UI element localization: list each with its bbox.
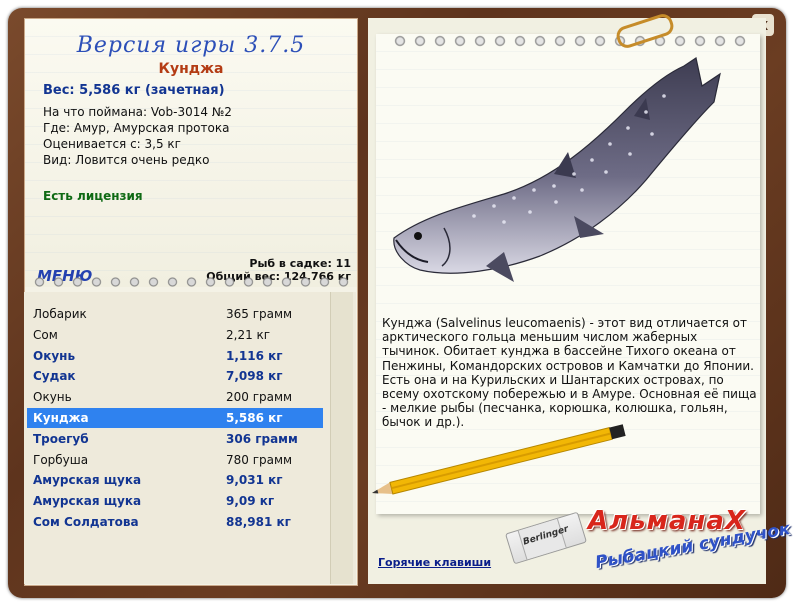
fish-location: Где: Амур, Амурская протока bbox=[43, 121, 230, 135]
catch-fish-name: Амурская щука bbox=[33, 473, 142, 488]
window: x Версия игры 3.7.5 Кунджа Вес: 5,586 кг… bbox=[0, 0, 800, 608]
catch-list-item[interactable]: Судак 7,098 кг bbox=[27, 366, 323, 386]
catch-fish-weight: 5,586 кг bbox=[226, 411, 283, 425]
catch-fish-weight: 306 грамм bbox=[226, 431, 298, 446]
catch-fish-name: Кунджа bbox=[33, 411, 89, 425]
catch-fish-name: Судак bbox=[33, 369, 76, 384]
catch-list-item[interactable]: Сом 2,21 кг bbox=[27, 325, 323, 345]
catch-list-item[interactable]: Лобарик 365 грамм bbox=[27, 304, 323, 324]
catch-list-item[interactable]: Амурская щука 9,031 кг bbox=[27, 470, 323, 490]
fish-description: Кунджа (Salvelinus leucomaenis) - этот в… bbox=[382, 316, 757, 430]
catch-fish-weight: 365 грамм bbox=[226, 307, 293, 321]
catch-fish-weight: 200 грамм bbox=[226, 390, 293, 405]
catch-fish-name: Сом Солдатова bbox=[33, 515, 139, 529]
catch-fish-name: Горбуша bbox=[33, 452, 89, 467]
fish-weight: Вес: 5,586 кг (зачетная) bbox=[43, 83, 225, 98]
notebook-rings-right bbox=[390, 34, 750, 48]
catch-fish-weight: 88,981 кг bbox=[226, 515, 291, 529]
catch-list-item[interactable]: Амурская щука 9,09 кг bbox=[27, 491, 323, 511]
catch-fish-name: Окунь bbox=[33, 348, 76, 363]
catch-fish-name: Лобарик bbox=[33, 307, 87, 321]
catch-fish-name: Окунь bbox=[33, 390, 72, 405]
game-version: Версия игры 3.7.5 bbox=[76, 33, 306, 58]
catch-fish-weight: 9,031 кг bbox=[226, 473, 283, 488]
catch-fish-weight: 780 грамм bbox=[226, 452, 293, 467]
catch-fish-weight: 2,21 кг bbox=[226, 327, 271, 342]
fish-illustration bbox=[393, 57, 721, 282]
catch-list-item[interactable]: Окунь 1,116 кг bbox=[27, 346, 323, 366]
catch-fish-weight: 9,09 кг bbox=[226, 494, 275, 509]
catch-list-scrollbar[interactable] bbox=[330, 292, 353, 584]
catch-list-item[interactable]: Троегуб 306 грамм bbox=[27, 429, 323, 449]
catch-fish-weight: 1,116 кг bbox=[226, 348, 283, 363]
catch-fish-name: Троегуб bbox=[33, 431, 89, 446]
fish-rarity: Вид: Ловится очень редко bbox=[43, 153, 210, 167]
catch-fish-weight: 7,098 кг bbox=[226, 369, 283, 384]
fish-valuation: Оценивается с: 3,5 кг bbox=[43, 137, 181, 151]
fish-bait: На что поймана: Vob-3014 №2 bbox=[43, 105, 232, 119]
catch-fish-name: Амурская щука bbox=[33, 494, 142, 509]
notebook-rings-left bbox=[30, 276, 350, 288]
catch-list-item[interactable]: Горбуша 780 грамм bbox=[27, 450, 323, 470]
catch-list-item[interactable]: Кунджа 5,586 кг bbox=[27, 408, 323, 428]
fish-info-card: Версия игры 3.7.5 Кунджа Вес: 5,586 кг (… bbox=[25, 19, 357, 287]
catch-list-item[interactable]: Сом Солдатова 88,981 кг bbox=[27, 512, 323, 532]
catch-fish-name: Сом bbox=[33, 327, 58, 342]
hotkeys-link[interactable]: Горячие клавиши bbox=[378, 556, 491, 569]
catch-list[interactable]: Лобарик 365 грамм Сом 2,21 кг Окунь 1,116 кг С… bbox=[24, 292, 356, 584]
catch-list-item[interactable]: Окунь 200 грамм bbox=[27, 387, 323, 407]
license-status: Есть лицензия bbox=[43, 189, 143, 203]
keepnet-count: Рыб в садке: 11 bbox=[249, 257, 351, 270]
fish-title: Кунджа bbox=[158, 61, 224, 77]
